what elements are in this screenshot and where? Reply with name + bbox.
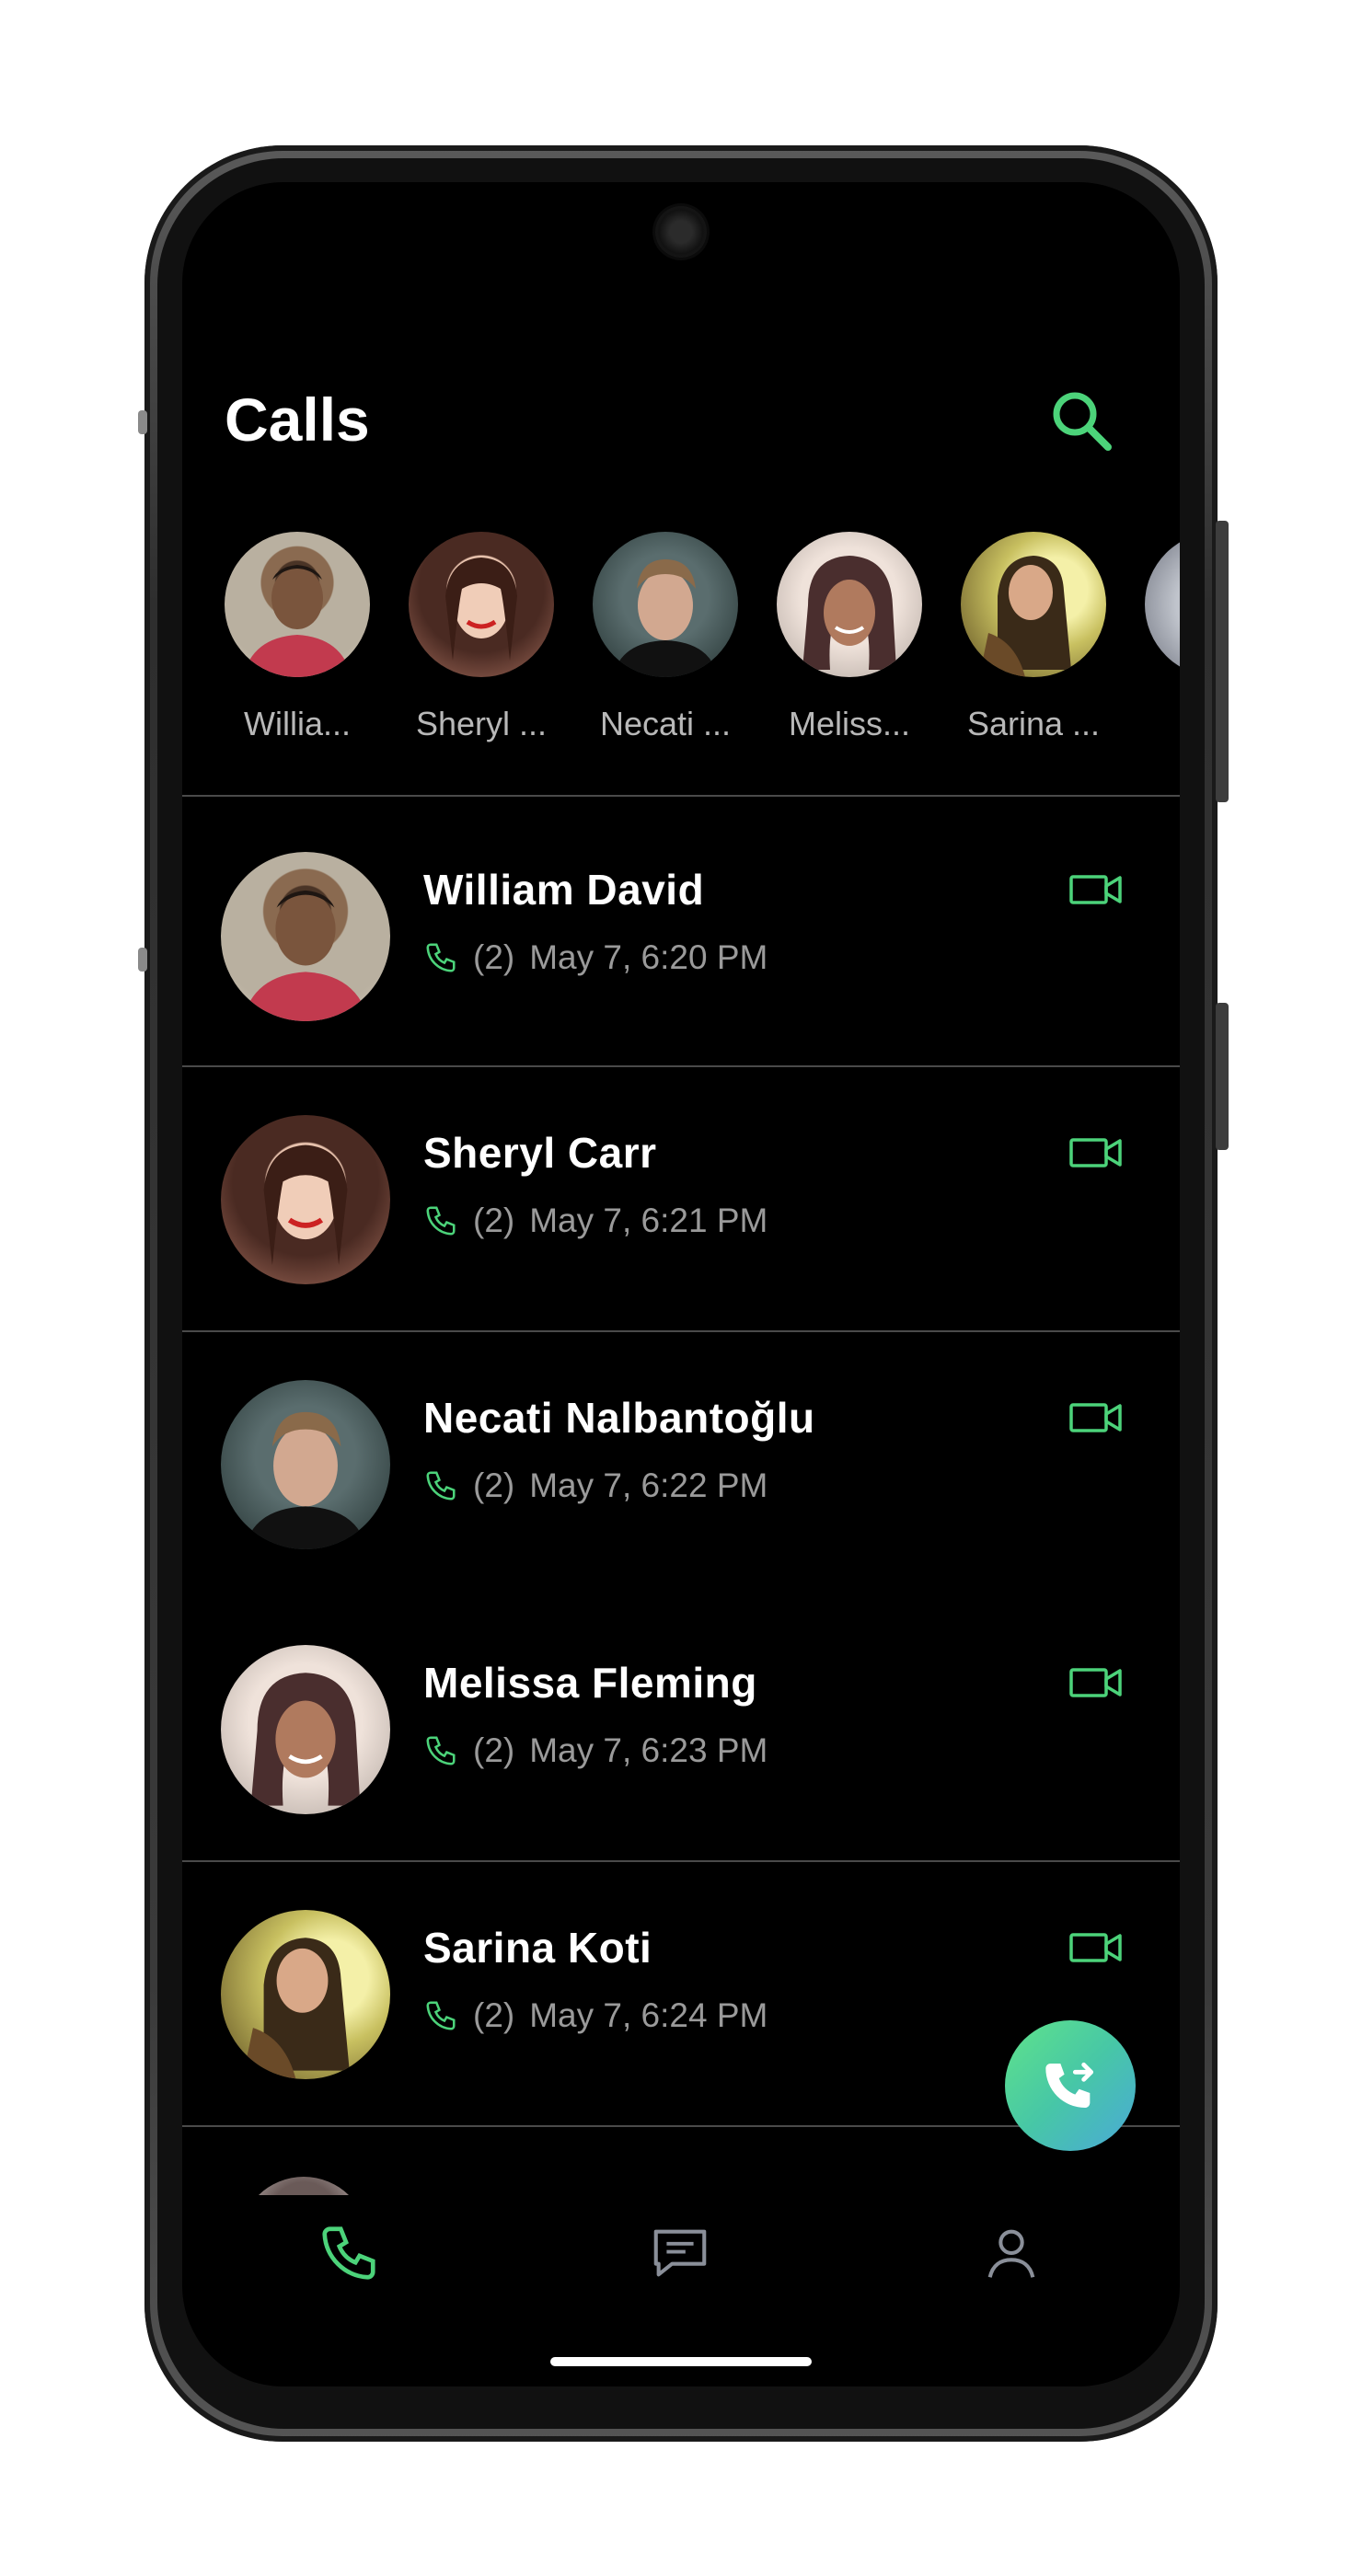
phone-icon (426, 1471, 456, 1501)
phone-icon (322, 2226, 375, 2280)
call-row[interactable]: Necati Nalbantoğlu (2) May 7, 6:22 PM (182, 1328, 1180, 1593)
avatar (221, 852, 390, 1021)
call-count: (2) (473, 1466, 515, 1504)
story-name: Sheryl ... (415, 705, 548, 742)
call-meta: (2) May 7, 6:24 PM (423, 1996, 768, 2035)
story-name: A (1139, 705, 1180, 743)
story-name: Willia... (244, 705, 351, 742)
story-name: Necati ... (599, 705, 732, 742)
avatar (221, 1380, 390, 1549)
call-time: May 7, 6:21 PM (529, 1202, 768, 1239)
divider (182, 795, 1180, 797)
contact-name: Melissa Fleming (423, 1659, 757, 1707)
front-camera (655, 206, 707, 258)
nav-calls[interactable] (317, 2221, 381, 2285)
call-time: May 7, 6:23 PM (529, 1731, 768, 1769)
power-button (1216, 1003, 1229, 1150)
contact-name: Sarina Koti (423, 1924, 652, 1972)
call-row[interactable]: Sheryl Carr (2) May 7, 6:21 PM (182, 1064, 1180, 1328)
video-camera-icon[interactable] (1069, 872, 1123, 907)
search-icon (1053, 392, 1112, 451)
call-time: May 7, 6:20 PM (529, 938, 768, 976)
nav-profile[interactable] (979, 2221, 1044, 2285)
video-camera-icon[interactable] (1069, 1135, 1123, 1170)
left-button (138, 410, 147, 434)
phone-icon (426, 1206, 456, 1236)
search-button[interactable] (1047, 386, 1117, 456)
call-time: May 7, 6:24 PM (529, 1996, 768, 2034)
video-camera-icon[interactable] (1069, 1930, 1123, 1965)
call-meta: (2) May 7, 6:23 PM (423, 1731, 768, 1770)
story-name: Sarina ... (966, 705, 1101, 742)
call-count: (2) (473, 1996, 515, 2034)
contact-name: Sheryl Carr (423, 1129, 657, 1177)
story-item[interactable]: Meliss... (771, 532, 928, 743)
left-button (138, 948, 147, 972)
call-row[interactable]: William David (2) May 7, 6:20 PM (182, 800, 1180, 1065)
contact-name: Necati Nalbantoğlu (423, 1394, 815, 1442)
story-item[interactable]: Sarina ... (955, 532, 1112, 743)
avatar (593, 532, 738, 677)
new-call-button[interactable] (1005, 2020, 1136, 2151)
call-time: May 7, 6:22 PM (529, 1466, 768, 1504)
story-item[interactable]: Willia... (219, 532, 375, 743)
avatar (961, 532, 1106, 677)
avatar (221, 1910, 390, 2079)
story-item[interactable]: A (1139, 532, 1180, 743)
call-row[interactable]: Melissa Fleming (2) May 7, 6:23 PM (182, 1593, 1180, 1858)
avatar (239, 2177, 368, 2195)
chat-icon (653, 2229, 707, 2277)
volume-button (1216, 521, 1229, 802)
phone-forward-icon (1045, 2062, 1094, 2108)
avatar (225, 532, 370, 677)
avatar (777, 532, 922, 677)
story-item[interactable]: Sheryl ... (403, 532, 560, 743)
video-camera-icon[interactable] (1069, 1665, 1123, 1700)
home-indicator[interactable] (550, 2357, 812, 2366)
person-icon (987, 2229, 1035, 2278)
call-count: (2) (473, 1202, 515, 1239)
phone-icon (426, 1736, 456, 1765)
story-item[interactable]: Necati ... (587, 532, 744, 743)
avatar (1145, 532, 1180, 677)
phone-icon (426, 2001, 456, 2030)
call-count: (2) (473, 938, 515, 976)
call-meta: (2) May 7, 6:21 PM (423, 1202, 768, 1240)
avatar (409, 532, 554, 677)
call-count: (2) (473, 1731, 515, 1769)
call-meta: (2) May 7, 6:20 PM (423, 938, 768, 977)
video-camera-icon[interactable] (1069, 1400, 1123, 1435)
nav-chats[interactable] (648, 2221, 712, 2285)
avatar (221, 1645, 390, 1814)
story-name: Meliss... (788, 705, 910, 742)
phone-icon (426, 943, 456, 972)
screen: Calls Willia... Sheryl ... Necati ... Me… (182, 182, 1180, 2386)
avatar (221, 1115, 390, 1284)
call-meta: (2) May 7, 6:22 PM (423, 1466, 768, 1505)
page-title: Calls (225, 385, 370, 454)
contact-name: William David (423, 866, 705, 914)
